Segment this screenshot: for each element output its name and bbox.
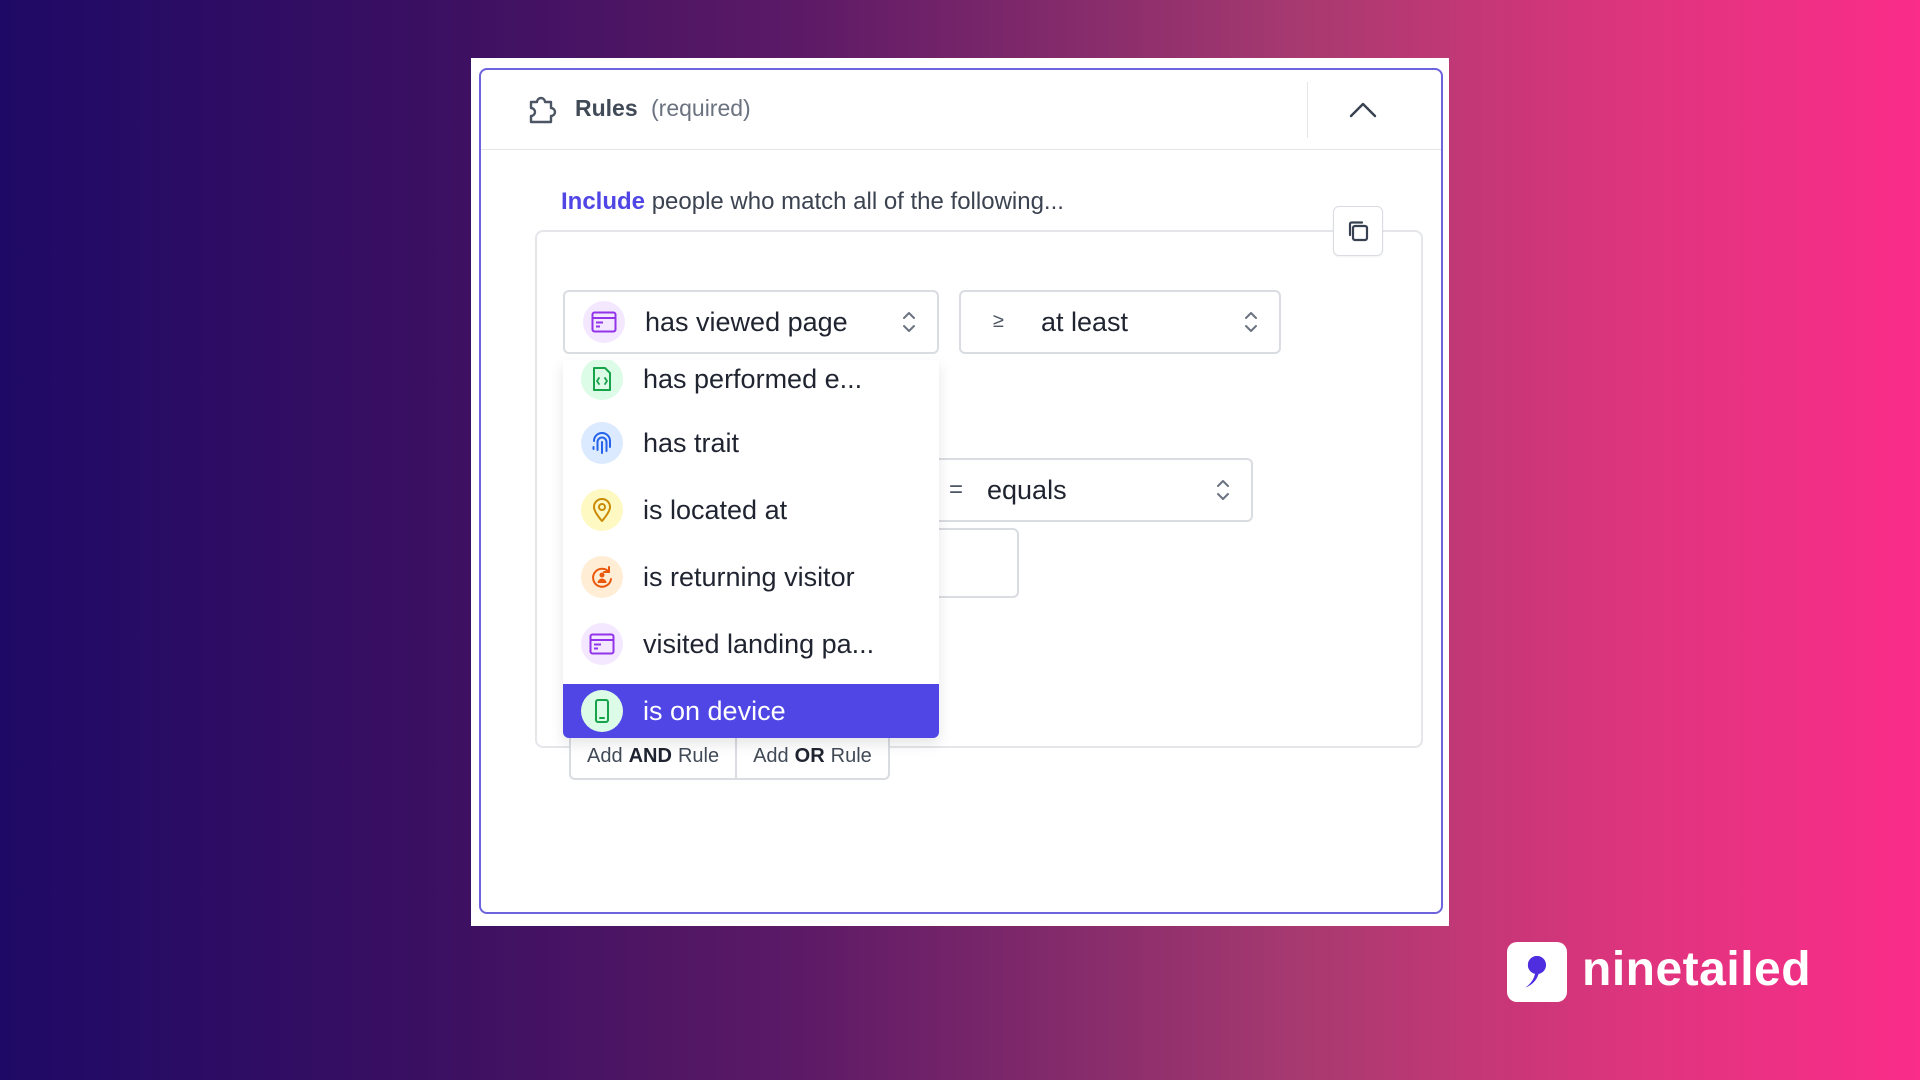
add-or-rule-button[interactable]: Add OR Rule xyxy=(735,734,888,778)
second-operator-select[interactable]: = equals xyxy=(901,458,1253,522)
equals-symbol: = xyxy=(949,476,964,503)
condition-dropdown: has performed e... has trait is located … xyxy=(563,360,939,738)
include-rest: people who match all of the following... xyxy=(651,188,1064,215)
chevron-up-down-icon xyxy=(1245,312,1257,332)
returning-visitor-icon xyxy=(581,556,623,598)
add-or-keyword: OR xyxy=(794,744,825,767)
condition-select-label: has viewed page xyxy=(645,307,848,337)
dropdown-item-has-trait[interactable]: has trait xyxy=(563,416,939,472)
mobile-device-icon xyxy=(581,690,623,732)
browser-window-icon xyxy=(581,623,623,665)
add-or-prefix: Add xyxy=(753,744,789,767)
include-keyword: Include xyxy=(561,188,646,215)
dropdown-item-visited-landing-page[interactable]: visited landing pa... xyxy=(563,617,939,673)
brand-name: ninetailed xyxy=(1582,943,1812,996)
dropdown-item-label: is returning visitor xyxy=(643,562,855,592)
dropdown-item-is-on-device[interactable]: is on device xyxy=(563,684,939,738)
fingerprint-icon xyxy=(581,422,623,464)
add-and-suffix: Rule xyxy=(677,744,720,767)
second-operator-select-label: equals xyxy=(987,475,1067,505)
operator-select-label: at least xyxy=(1041,307,1129,337)
add-or-suffix: Rule xyxy=(830,744,872,767)
condition-select[interactable]: has viewed page xyxy=(563,290,939,354)
rules-card: Rules (required) Include people who matc… xyxy=(479,68,1443,914)
add-and-rule-button[interactable]: Add AND Rule xyxy=(571,734,735,778)
dropdown-item-label: is on device xyxy=(643,696,786,726)
copy-icon xyxy=(1348,221,1369,242)
add-and-keyword: AND xyxy=(628,744,672,767)
dropdown-item-label: visited landing pa... xyxy=(643,629,875,659)
duplicate-button[interactable] xyxy=(1333,206,1383,256)
include-description: Include people who match all of the foll… xyxy=(561,188,1064,216)
operator-symbol: ≥ xyxy=(993,310,1004,332)
dropdown-item-label: has performed e... xyxy=(643,364,863,394)
rules-header: Rules (required) xyxy=(481,70,1441,150)
required-label: (required) xyxy=(651,95,751,121)
chevron-up-icon[interactable] xyxy=(1343,90,1383,130)
header-divider xyxy=(1307,82,1308,138)
dropdown-item-label: has trait xyxy=(643,428,740,458)
dropdown-item-label: is located at xyxy=(643,495,788,525)
document-code-icon xyxy=(581,360,623,400)
dropdown-item-has-performed-event[interactable]: has performed e... xyxy=(563,360,939,416)
rules-title: Rules xyxy=(575,95,638,121)
add-rule-buttons: Add AND Rule Add OR Rule xyxy=(569,732,890,780)
ninetailed-logo xyxy=(1507,942,1567,1002)
dropdown-item-is-returning-visitor[interactable]: is returning visitor xyxy=(563,550,939,606)
chevron-up-down-icon xyxy=(1217,480,1229,500)
dropdown-item-is-located-at[interactable]: is located at xyxy=(563,483,939,539)
browser-window-icon xyxy=(583,301,625,343)
map-pin-icon xyxy=(581,489,623,531)
rules-card-wrapper: Rules (required) Include people who matc… xyxy=(471,58,1449,926)
puzzle-icon xyxy=(529,96,557,124)
chevron-up-down-icon xyxy=(903,312,915,332)
add-and-prefix: Add xyxy=(587,744,623,767)
operator-select[interactable]: ≥ at least xyxy=(959,290,1281,354)
